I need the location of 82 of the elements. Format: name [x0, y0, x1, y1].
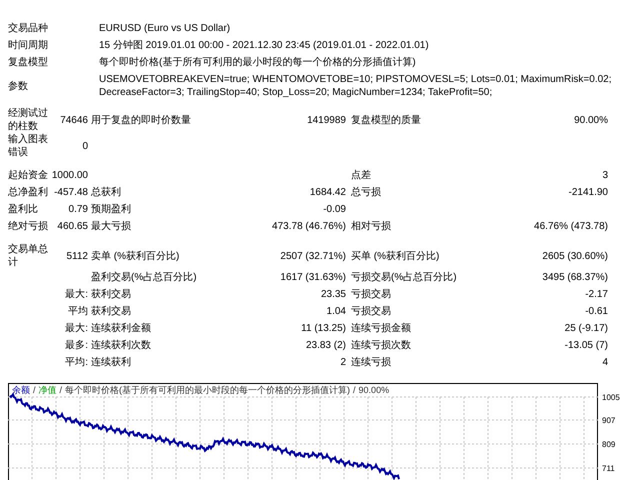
stat-label: 获利交易 — [91, 306, 131, 317]
stat-label: 用于复盘的即时价数量 — [91, 114, 191, 126]
stat-label: 亏损交易(%占总百分比) — [351, 272, 457, 283]
stat-value: 平均: — [65, 357, 88, 368]
stat-label: 亏损交易 — [351, 306, 391, 317]
separator: / — [353, 385, 356, 396]
stat-label: 点差 — [351, 170, 371, 181]
stat-label: 买单 (%获利百分比) — [351, 250, 440, 262]
axis-label: 1005 — [602, 393, 620, 402]
stat-value: 平均 — [68, 306, 88, 317]
stat-value: 23.35 — [320, 289, 346, 300]
stat-value: 2605 (30.60%) — [542, 250, 608, 262]
field-value: EURUSD (Euro vs US Dollar) — [99, 22, 230, 35]
stat-value: 4 — [602, 357, 608, 368]
stat-label: 相对亏损 — [351, 221, 391, 232]
chart-caption: 每个即时价格(基于所有可利用的最小时段的每一个价格的分形插值计算) — [65, 385, 350, 396]
stat-value: 11 (13.25) — [301, 323, 346, 334]
stat-value: 23.83 (2) — [306, 340, 346, 351]
stat-label: 总获利 — [91, 187, 121, 198]
stat-label: 总亏损 — [351, 187, 381, 198]
stat-label: 复盘模型的质量 — [351, 114, 421, 126]
chart-quality: 90.00% — [358, 385, 390, 396]
separator: / — [60, 385, 62, 396]
field-label: 参数 — [8, 80, 28, 92]
stat-value: 25 (-9.17) — [564, 323, 608, 334]
stat-label: 卖单 (%获利百分比) — [91, 250, 180, 262]
stat-value: -0.61 — [585, 306, 608, 317]
stat-label: 连续获利金额 — [91, 323, 151, 334]
stat-label: 最大亏损 — [91, 221, 131, 232]
stat-value: -2.17 — [585, 289, 608, 300]
stat-label: 获利交易 — [91, 289, 131, 300]
stat-value: 1000.00 — [52, 170, 88, 181]
stat-value: 3 — [602, 170, 608, 181]
stat-label: 连续亏损 — [351, 357, 391, 368]
stat-label: 经测试过的柱数 — [8, 108, 48, 132]
legend-label: 余额 — [12, 385, 30, 396]
axis-label: 907 — [602, 416, 616, 425]
stat-label: 连续亏损次数 — [351, 340, 411, 351]
stat-label: 连续获利次数 — [91, 340, 151, 351]
field-value: 15 分钟图 2019.01.01 00:00 - 2021.12.30 23:45 (2019.01.01 - 2022.01.01) — [99, 39, 429, 52]
stat-value: 90.00% — [574, 114, 608, 126]
stat-label: 盈利比 — [8, 204, 38, 215]
stat-label: 预期盈利 — [91, 204, 131, 215]
stat-value: 1419989 — [307, 114, 346, 126]
stat-label: 连续获利 — [91, 357, 131, 368]
stat-value: 最大: — [65, 289, 88, 300]
stat-value: 最大: — [65, 323, 88, 334]
stat-label: 绝对亏损 — [8, 221, 48, 232]
stat-value: 46.76% (473.78) — [534, 221, 608, 232]
stat-value: 2 — [340, 357, 346, 368]
field-label: 时间周期 — [8, 39, 48, 52]
axis-label: 711 — [602, 464, 615, 473]
separator: / — [33, 385, 36, 396]
stat-value: -457.48 — [54, 187, 88, 198]
stat-label: 盈利交易(%占总百分比) — [91, 272, 197, 283]
stat-label: 输入图表错误 — [8, 134, 48, 158]
field-label: 复盘模型 — [8, 56, 48, 69]
stat-value: 3495 (68.37%) — [542, 272, 608, 283]
stat-label: 连续亏损金额 — [351, 323, 411, 334]
stat-value: 74646 — [60, 114, 88, 126]
stat-value: 0.79 — [68, 204, 88, 215]
stat-value: -13.05 (7) — [564, 340, 608, 351]
stat-value: 最多: — [65, 340, 88, 351]
stat-value: -0.09 — [323, 204, 346, 215]
stat-value: 473.78 (46.76%) — [272, 221, 346, 232]
stat-label: 起始资金 — [8, 170, 48, 181]
stat-value: 5112 — [66, 250, 88, 262]
stat-value: -2141.90 — [568, 187, 608, 198]
stat-value: 1.04 — [326, 306, 346, 317]
stat-value: 0 — [82, 140, 88, 152]
stat-value: 1617 (31.63%) — [280, 272, 346, 283]
stat-value: 460.65 — [57, 221, 88, 232]
legend-label: 净值 — [38, 385, 57, 396]
stat-label: 总净盈利 — [8, 187, 48, 198]
stat-label: 亏损交易 — [351, 289, 391, 300]
stat-value: 2507 (32.71%) — [280, 250, 346, 262]
field-label: 交易品种 — [8, 22, 48, 35]
field-value: 每个即时价格(基于所有可利用的最小时段的每一个价格的分形插值计算) — [99, 56, 416, 69]
axis-label: 809 — [602, 440, 616, 449]
stat-value: 1684.42 — [310, 187, 346, 198]
field-value: USEMOVETOBREAKEVEN=true; WHENTOMOVETOBE=10; PIPSTOMOVESL=5; Lots=0.01; MaximumRisk=0.02; DecreaseFactor=3; TrailingStop=40; Stop_Loss=20; MagicNumber=1234; TakeProfit=50; — [99, 73, 612, 99]
stat-label: 交易单总计 — [8, 244, 48, 268]
